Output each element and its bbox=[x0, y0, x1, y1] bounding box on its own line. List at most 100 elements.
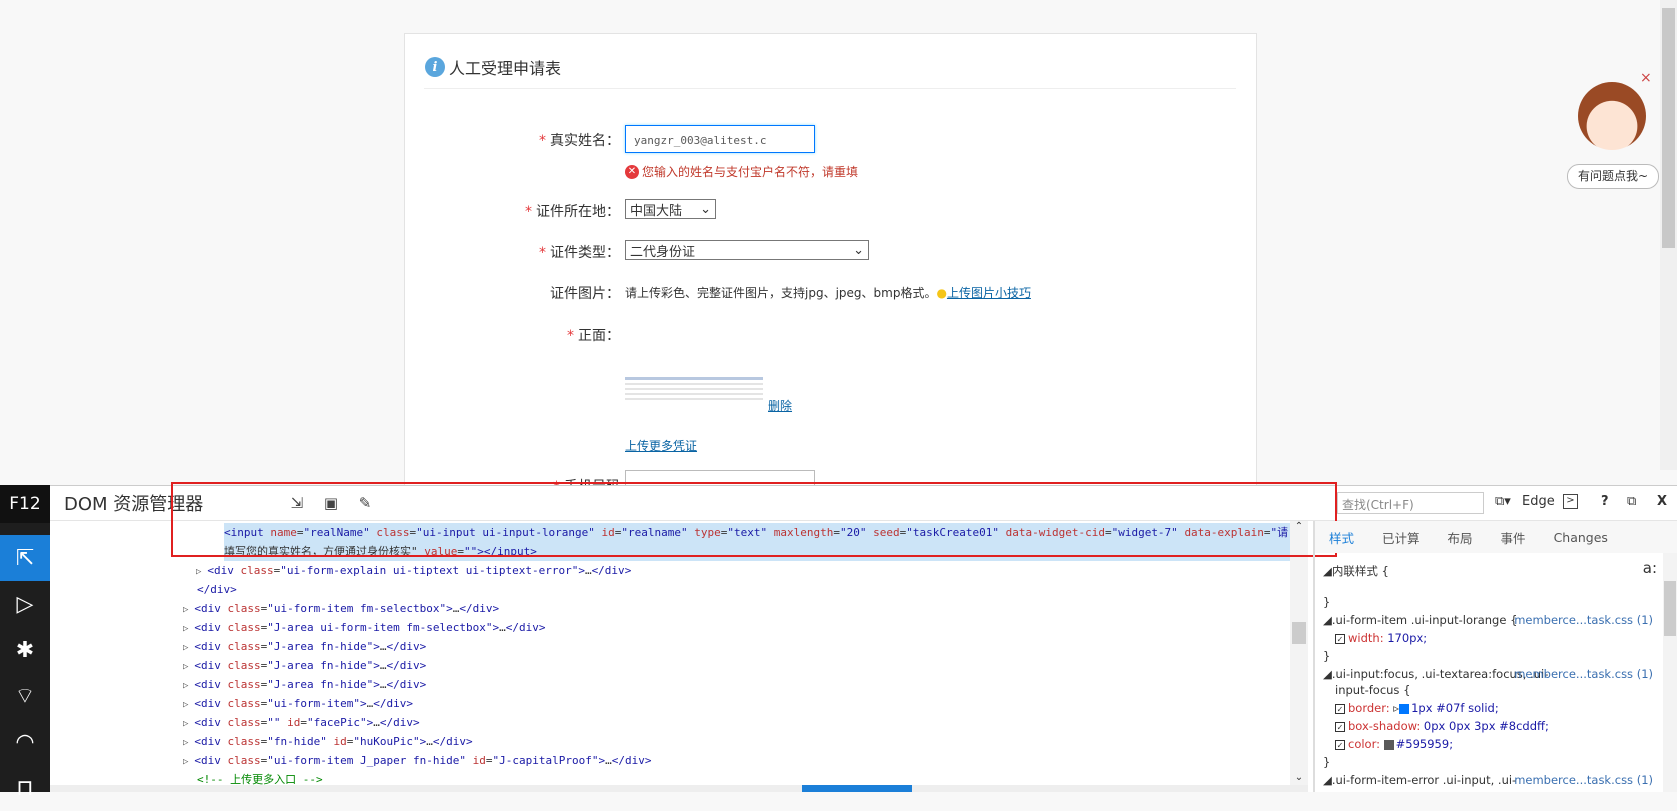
rule-source-link[interactable]: memberce...task.css (1) bbox=[1514, 667, 1653, 681]
dom-node-text: <div class="" id="facePic">…</div> bbox=[194, 716, 420, 729]
style-tabs: 样式 已计算 布局 事件 Changes bbox=[1315, 521, 1677, 553]
dom-node-line[interactable]: ▷ <div class="fn-hide" id="huKouPic">…</d… bbox=[183, 732, 473, 751]
emulation-icon[interactable]: ⧉▾ bbox=[1495, 494, 1511, 509]
upload-tips-link[interactable]: 上传图片小技巧 bbox=[947, 284, 1031, 301]
rule-source-link[interactable]: memberce...task.css (1) bbox=[1514, 773, 1653, 787]
dom-node-line[interactable]: ▷ <div class="J-area fn-hide">…</div> bbox=[183, 637, 426, 656]
dom-node-line[interactable]: ▷ <div class="ui-form-item fm-selectbox">… bbox=[183, 599, 499, 618]
tab-changes[interactable]: Changes bbox=[1540, 530, 1622, 545]
checkbox[interactable]: ✓ bbox=[1335, 740, 1345, 750]
dom-node-text: <div class="J-area fn-hide">…</div> bbox=[194, 640, 427, 653]
expand-arrow-icon[interactable]: ▷ bbox=[183, 738, 188, 748]
help-button[interactable]: ? bbox=[1601, 494, 1609, 509]
dom-node-line[interactable]: </div> bbox=[197, 580, 237, 599]
close-icon[interactable]: × bbox=[1640, 70, 1652, 86]
devtools-sidebar: F12 ⇱ ▷ ✱ ⌔ ◠ ⊓ bbox=[0, 485, 50, 801]
style-prop: ✓ box-shadow: 0px 0px 3px #8cddff; bbox=[1335, 719, 1549, 733]
dom-node-text: <div class="ui-form-item fm-selectbox">…… bbox=[194, 602, 500, 615]
error-icon: ✕ bbox=[625, 164, 639, 179]
dom-node-line[interactable]: ▷ <div class="J-area fn-hide">…</div> bbox=[183, 675, 426, 694]
dom-node-text: </div> bbox=[197, 583, 237, 596]
dom-node-text: <div class="J-area ui-form-item fm-selec… bbox=[194, 621, 546, 634]
divider bbox=[424, 88, 1236, 89]
expand-arrow-icon[interactable]: ▷ bbox=[183, 643, 188, 653]
style-prop: ✓ color: #595959; bbox=[1335, 737, 1454, 751]
checkbox[interactable]: ✓ bbox=[1335, 722, 1345, 732]
dom-node-text: <div class="J-area fn-hide">…</div> bbox=[194, 678, 427, 691]
rule-source-link[interactable]: memberce...task.css (1) bbox=[1514, 613, 1653, 627]
id-type-label: * 证件类型： bbox=[539, 245, 620, 261]
find-input[interactable]: 查找(Ctrl+F) bbox=[1337, 492, 1484, 514]
dom-node-line[interactable]: ▷ <div class="ui-form-item J_paper fn-hid… bbox=[183, 751, 651, 770]
id-region-select[interactable]: 中国大陆 ⌄ bbox=[625, 199, 716, 219]
undock-icon[interactable]: ⧉ bbox=[1627, 494, 1636, 509]
tab-styles[interactable]: 样式 bbox=[1315, 528, 1368, 547]
network-icon[interactable]: ⌔ bbox=[0, 673, 50, 719]
rule-selector: ◢.ui-form-item-error .ui-input, .ui- bbox=[1323, 773, 1517, 787]
expand-arrow-icon[interactable]: ▷ bbox=[183, 681, 188, 691]
close-devtools-button[interactable]: X bbox=[1657, 494, 1667, 509]
checkbox[interactable]: ✓ bbox=[1335, 634, 1345, 644]
expand-arrow-icon[interactable]: ▷ bbox=[183, 662, 188, 672]
brace: } bbox=[1323, 595, 1331, 609]
inline-style-rule: ◢内联样式 { bbox=[1323, 564, 1389, 578]
page-scrollbar[interactable] bbox=[1660, 0, 1677, 470]
dom-explorer-icon[interactable]: ⇱ bbox=[0, 535, 50, 581]
dom-node-line[interactable]: ▷ <div class="J-area ui-form-item fm-sele… bbox=[183, 618, 545, 637]
real-name-label: * 真实姓名： bbox=[539, 133, 620, 149]
dom-node-line[interactable]: ▷ <div class="J-area fn-hide">…</div> bbox=[183, 656, 426, 675]
real-name-error: ✕ 您输入的姓名与支付宝户名不符，请重填 bbox=[625, 163, 858, 180]
tab-events[interactable]: 事件 bbox=[1487, 528, 1540, 547]
upload-more-link[interactable]: 上传更多凭证 bbox=[625, 437, 697, 454]
memory-icon[interactable]: ⊓ bbox=[0, 765, 50, 811]
helper-bubble[interactable]: 有问题点我~ bbox=[1567, 164, 1659, 189]
brace: } bbox=[1323, 755, 1331, 769]
emulation-mode[interactable]: Edge bbox=[1522, 494, 1555, 509]
expand-arrow-icon[interactable]: ▷ bbox=[183, 624, 188, 634]
dom-node-line[interactable]: ▷ <div class="ui-form-explain ui-tiptext … bbox=[196, 561, 631, 580]
console-icon[interactable]: ▷ bbox=[0, 581, 50, 627]
dom-node-text: <div class="fn-hide" id="huKouPic">…</di… bbox=[194, 735, 473, 748]
dom-node-line[interactable]: ▷ <div class="" id="facePic">…</div> bbox=[183, 713, 420, 732]
style-prop: ✓ border: ▹ 1px #07f solid; bbox=[1335, 701, 1499, 715]
dom-node-text: <div class="ui-form-explain ui-tiptext u… bbox=[207, 564, 632, 577]
id-type-select[interactable]: 二代身份证 ⌄ bbox=[625, 240, 869, 260]
delete-link[interactable]: 删除 bbox=[768, 397, 792, 414]
styles-scrollbar[interactable] bbox=[1663, 553, 1677, 792]
debugger-icon[interactable]: ✱ bbox=[0, 627, 50, 673]
expand-arrow-icon[interactable]: ▷ bbox=[183, 605, 188, 615]
helper-avatar[interactable] bbox=[1578, 82, 1646, 150]
expand-arrow-icon[interactable]: ▷ bbox=[183, 719, 188, 729]
form-card bbox=[404, 33, 1257, 503]
horizontal-scrollbar[interactable] bbox=[50, 785, 1308, 792]
dom-tree[interactable]: <input name="realName" class="ui-input u… bbox=[50, 521, 1308, 786]
color-swatch[interactable] bbox=[1399, 703, 1410, 714]
expand-arrow-icon[interactable]: ▷ bbox=[196, 567, 201, 577]
chevron-down-icon: ⌄ bbox=[853, 242, 864, 258]
tab-computed[interactable]: 已计算 bbox=[1368, 528, 1434, 547]
real-name-input[interactable]: yangzr_003@alitest.c bbox=[625, 125, 815, 153]
rule-selector: ◢.ui-form-item .ui-input-lorange { bbox=[1323, 613, 1518, 627]
dom-node-text: <div class="ui-form-item">…</div> bbox=[194, 697, 414, 710]
checkbox[interactable]: ✓ bbox=[1335, 704, 1345, 714]
dom-node-text: <div class="ui-form-item J_paper fn-hide… bbox=[194, 754, 652, 767]
lightbulb-icon: ● bbox=[936, 285, 947, 300]
id-image-label: 证件图片： bbox=[550, 286, 620, 302]
rule-selector-cont: input-focus { bbox=[1335, 683, 1411, 697]
id-image-hint: 请上传彩色、完整证件图片，支持jpg、jpeg、bmp格式。 ● 上传图片小技巧 bbox=[625, 284, 1031, 301]
dom-node-line[interactable]: ▷ <div class="ui-form-item">…</div> bbox=[183, 694, 413, 713]
color-swatch[interactable] bbox=[1383, 739, 1394, 750]
pseudo-state-icon[interactable]: a: bbox=[1643, 559, 1657, 577]
chevron-down-icon: ⌄ bbox=[700, 201, 711, 217]
console-toggle-icon[interactable]: > bbox=[1563, 494, 1578, 509]
expand-arrow-icon[interactable]: ▷ bbox=[183, 700, 188, 710]
dom-tree-scrollbar[interactable]: ⌃ ⌄ bbox=[1290, 521, 1308, 785]
form-title: i 人工受理申请表 bbox=[425, 55, 561, 79]
brace: } bbox=[1323, 649, 1331, 663]
expand-arrow-icon[interactable]: ▷ bbox=[183, 757, 188, 767]
front-label: * 正面： bbox=[567, 328, 620, 344]
f12-label: F12 bbox=[0, 485, 50, 523]
performance-icon[interactable]: ◠ bbox=[0, 719, 50, 765]
styles-pane: 样式 已计算 布局 事件 Changes ◢内联样式 { a: } ◢.ui-f… bbox=[1313, 521, 1677, 792]
tab-layout[interactable]: 布局 bbox=[1434, 528, 1487, 547]
